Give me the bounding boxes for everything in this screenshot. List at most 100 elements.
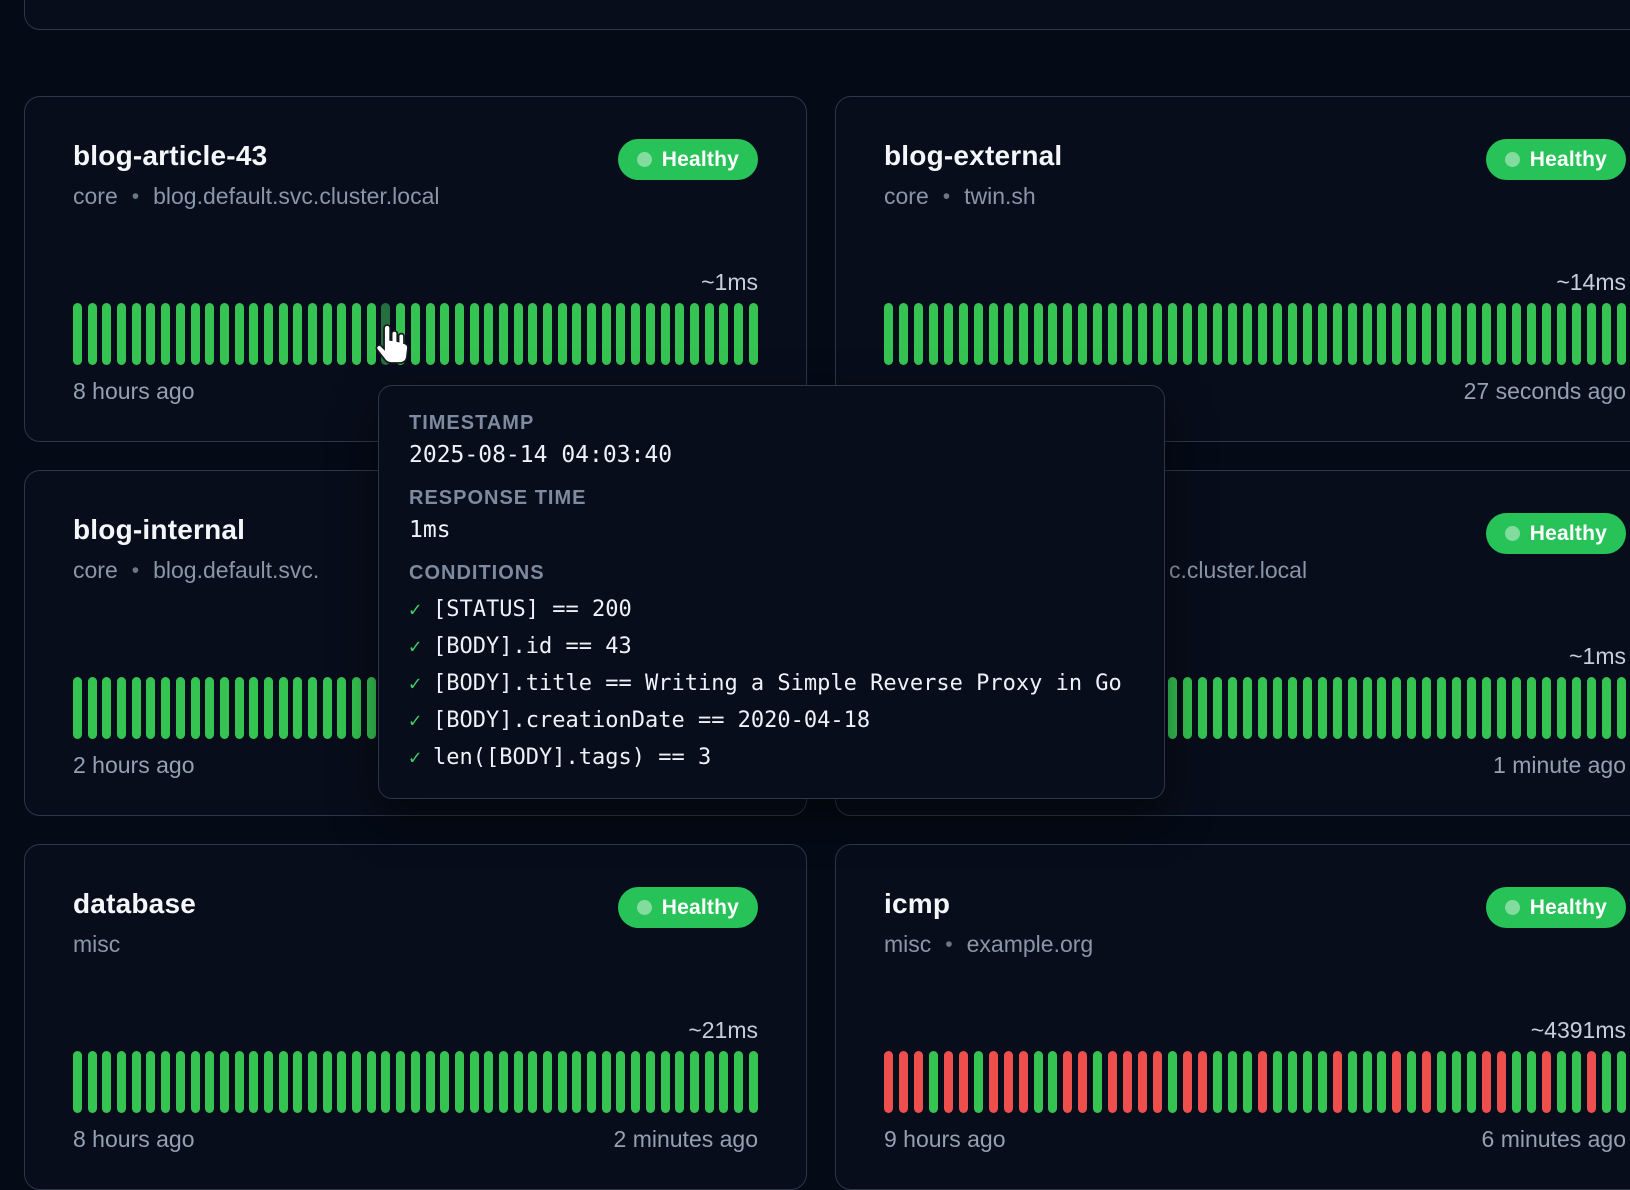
uptime-bar[interactable] — [884, 1051, 893, 1113]
uptime-bar[interactable] — [1557, 303, 1566, 365]
uptime-bar[interactable] — [352, 303, 361, 365]
uptime-bar[interactable] — [455, 1051, 464, 1113]
uptime-bar[interactable] — [587, 303, 596, 365]
uptime-bar[interactable] — [543, 1051, 552, 1113]
uptime-bar[interactable] — [1467, 303, 1476, 365]
uptime-bar[interactable] — [264, 677, 273, 739]
card-partial-top[interactable] — [24, 0, 1630, 30]
uptime-bar[interactable] — [499, 1051, 508, 1113]
uptime-bar[interactable] — [1273, 1051, 1282, 1113]
uptime-bar[interactable] — [1228, 303, 1237, 365]
uptime-bar[interactable] — [1497, 1051, 1506, 1113]
uptime-bar[interactable] — [1392, 303, 1401, 365]
uptime-bar[interactable] — [426, 1051, 435, 1113]
uptime-bar[interactable] — [249, 303, 258, 365]
uptime-bar[interactable] — [1243, 677, 1252, 739]
uptime-bar[interactable] — [1512, 303, 1521, 365]
uptime-bar[interactable] — [734, 1051, 743, 1113]
uptime-bar[interactable] — [1587, 677, 1596, 739]
uptime-bar[interactable] — [440, 1051, 449, 1113]
uptime-bar[interactable] — [705, 1051, 714, 1113]
uptime-bar[interactable] — [675, 1051, 684, 1113]
uptime-bar[interactable] — [1452, 677, 1461, 739]
uptime-bar[interactable] — [1348, 1051, 1357, 1113]
uptime-bar[interactable] — [914, 303, 923, 365]
uptime-bar[interactable] — [73, 303, 82, 365]
uptime-bar[interactable] — [1183, 303, 1192, 365]
uptime-bar[interactable] — [146, 1051, 155, 1113]
uptime-bar[interactable] — [1198, 1051, 1207, 1113]
uptime-bar[interactable] — [528, 303, 537, 365]
uptime-bar[interactable] — [1019, 303, 1028, 365]
uptime-bar[interactable] — [1318, 677, 1327, 739]
uptime-bar[interactable] — [484, 303, 493, 365]
uptime-bar[interactable] — [1602, 303, 1611, 365]
uptime-bar[interactable] — [1168, 677, 1177, 739]
uptime-bar[interactable] — [381, 303, 390, 365]
uptime-bar[interactable] — [899, 303, 908, 365]
uptime-bar[interactable] — [279, 1051, 288, 1113]
uptime-bar[interactable] — [1198, 677, 1207, 739]
uptime-bar[interactable] — [337, 1051, 346, 1113]
uptime-bar[interactable] — [558, 303, 567, 365]
uptime-bar[interactable] — [176, 303, 185, 365]
uptime-bar[interactable] — [602, 303, 611, 365]
uptime-bar[interactable] — [1228, 1051, 1237, 1113]
uptime-bar[interactable] — [1004, 1051, 1013, 1113]
uptime-bar[interactable] — [308, 303, 317, 365]
uptime-bar[interactable] — [959, 303, 968, 365]
uptime-bar[interactable] — [1482, 677, 1491, 739]
uptime-bar[interactable] — [1288, 303, 1297, 365]
uptime-bar[interactable] — [899, 1051, 908, 1113]
uptime-bar[interactable] — [1108, 303, 1117, 365]
uptime-bar[interactable] — [1063, 1051, 1072, 1113]
uptime-bar[interactable] — [749, 303, 758, 365]
uptime-bar[interactable] — [146, 677, 155, 739]
uptime-bar[interactable] — [1333, 303, 1342, 365]
uptime-bar[interactable] — [1063, 303, 1072, 365]
uptime-bar[interactable] — [1243, 303, 1252, 365]
uptime-bar[interactable] — [1617, 677, 1626, 739]
uptime-bar[interactable] — [602, 1051, 611, 1113]
uptime-bar[interactable] — [572, 303, 581, 365]
uptime-bar[interactable] — [367, 303, 376, 365]
uptime-bar[interactable] — [1318, 303, 1327, 365]
uptime-bar[interactable] — [191, 677, 200, 739]
uptime-bar[interactable] — [1497, 677, 1506, 739]
uptime-bar[interactable] — [88, 303, 97, 365]
uptime-bar[interactable] — [1617, 303, 1626, 365]
uptime-bar[interactable] — [117, 677, 126, 739]
uptime-bar[interactable] — [1407, 677, 1416, 739]
uptime-bar[interactable] — [1377, 303, 1386, 365]
uptime-bar[interactable] — [161, 303, 170, 365]
uptime-bar[interactable] — [249, 1051, 258, 1113]
uptime-bar[interactable] — [1452, 1051, 1461, 1113]
uptime-bar[interactable] — [1333, 677, 1342, 739]
uptime-bar[interactable] — [1303, 1051, 1312, 1113]
uptime-bar[interactable] — [1078, 303, 1087, 365]
uptime-bar[interactable] — [1258, 1051, 1267, 1113]
uptime-bar[interactable] — [308, 1051, 317, 1113]
uptime-bar[interactable] — [572, 1051, 581, 1113]
uptime-bar[interactable] — [974, 303, 983, 365]
uptime-bar[interactable] — [1542, 303, 1551, 365]
uptime-bar[interactable] — [1557, 1051, 1566, 1113]
uptime-bar[interactable] — [293, 1051, 302, 1113]
uptime-bar[interactable] — [1527, 677, 1536, 739]
uptime-bar[interactable] — [631, 1051, 640, 1113]
uptime-bar[interactable] — [1213, 303, 1222, 365]
uptime-bar[interactable] — [989, 303, 998, 365]
uptime-bar[interactable] — [352, 677, 361, 739]
uptime-bar[interactable] — [1303, 677, 1312, 739]
uptime-bar[interactable] — [1138, 303, 1147, 365]
uptime-bar[interactable] — [631, 303, 640, 365]
uptime-bar[interactable] — [1363, 677, 1372, 739]
uptime-bar[interactable] — [1482, 1051, 1491, 1113]
uptime-bar[interactable] — [1183, 1051, 1192, 1113]
uptime-bar[interactable] — [161, 677, 170, 739]
uptime-bar[interactable] — [1422, 303, 1431, 365]
service-card[interactable]: icmp misc • example.org Healthy ~4391ms … — [835, 844, 1630, 1190]
uptime-bar[interactable] — [1034, 303, 1043, 365]
uptime-bar[interactable] — [205, 303, 214, 365]
uptime-bar[interactable] — [929, 303, 938, 365]
